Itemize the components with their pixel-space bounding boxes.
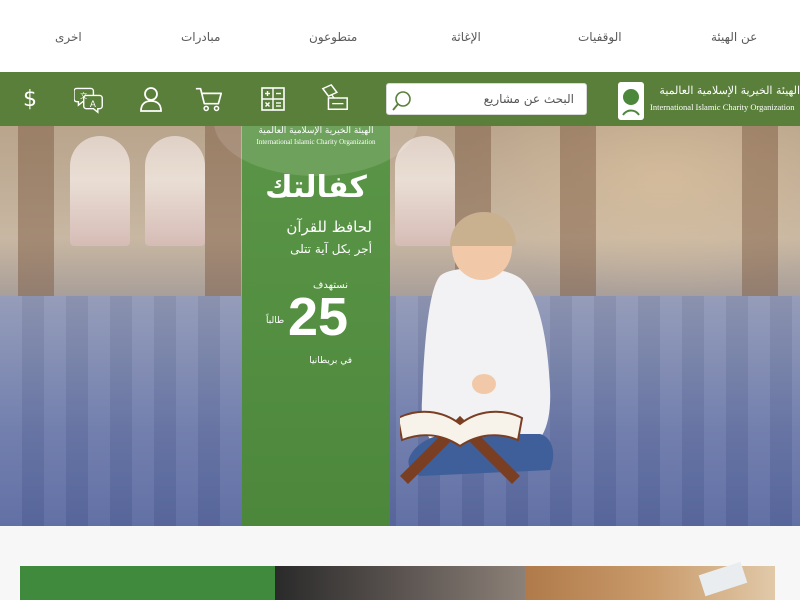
- site-logo[interactable]: الهيئة الخيرية الإسلامية العالمية Intern…: [614, 80, 800, 120]
- nav-item-volunteers[interactable]: متطوعون: [309, 30, 357, 44]
- promo-line-2: أجر بكل آية تتلى: [290, 242, 372, 256]
- promo-headline: كفالتك: [265, 170, 367, 205]
- background-pillar: [742, 126, 778, 296]
- project-card[interactable]: [525, 561, 775, 600]
- search-icon[interactable]: [391, 90, 413, 116]
- nav-item-initiatives[interactable]: مبادرات: [181, 30, 220, 44]
- search-box: [386, 83, 587, 115]
- promo-target-unit: طالباً: [266, 316, 285, 326]
- card-image-object: [698, 561, 748, 597]
- content-section: [0, 526, 800, 600]
- promo-line-1: لحافظ للقرآن: [286, 218, 372, 236]
- nav-item-other[interactable]: اخرى: [55, 30, 82, 44]
- svg-text:A: A: [90, 100, 96, 110]
- promo-target-number: 25: [288, 287, 349, 347]
- logo-mark: [618, 82, 644, 120]
- promo-panel: الهيئة الخيرية الإسلامية العالمية Intern…: [214, 126, 418, 526]
- project-card[interactable]: [20, 566, 275, 600]
- cart-icon[interactable]: [194, 84, 224, 114]
- top-navigation: عن الهيئة الوقفيات الإغاثة متطوعون مبادر…: [0, 0, 800, 72]
- donate-icon[interactable]: [320, 83, 350, 113]
- user-icon[interactable]: [136, 84, 166, 114]
- logo-english-name: International Islamic Charity Organizati…: [650, 102, 795, 112]
- hero-banner[interactable]: الهيئة الخيرية الإسلامية العالمية Intern…: [0, 126, 800, 526]
- background-window: [145, 136, 205, 246]
- background-window: [70, 136, 130, 246]
- nav-item-relief[interactable]: الإغاثة: [451, 30, 481, 44]
- calculator-icon[interactable]: [258, 84, 288, 114]
- project-card[interactable]: [275, 566, 525, 600]
- nav-item-about[interactable]: عن الهيئة: [711, 30, 757, 44]
- currency-symbol: $: [23, 86, 37, 112]
- promo-place: في بريطانيا: [309, 356, 352, 366]
- promo-org-english: International Islamic Charity Organizati…: [256, 138, 376, 146]
- logo-arabic-name: الهيئة الخيرية الإسلامية العالمية: [659, 84, 800, 97]
- boy-reading-illustration: [400, 212, 554, 484]
- currency-icon[interactable]: $: [15, 84, 45, 114]
- background-pillar: [18, 126, 54, 296]
- promo-org-arabic: الهيئة الخيرية الإسلامية العالمية: [258, 126, 374, 136]
- svg-text:文: 文: [80, 91, 87, 100]
- language-icon[interactable]: A 文: [74, 84, 104, 114]
- search-input[interactable]: [419, 84, 584, 114]
- nav-item-endowments[interactable]: الوقفيات: [578, 30, 622, 44]
